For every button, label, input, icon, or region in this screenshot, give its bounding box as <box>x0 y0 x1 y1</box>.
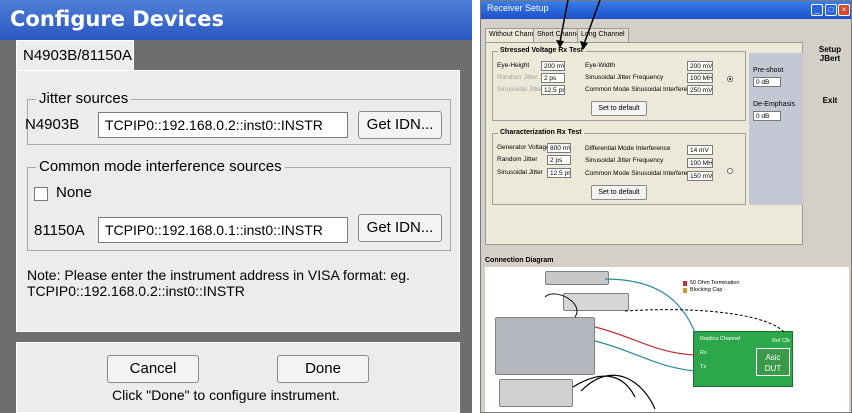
close-icon[interactable]: × <box>838 4 850 16</box>
eye-width-input[interactable]: 200 mV <box>687 61 713 71</box>
set-default-button[interactable]: Set to default <box>591 185 647 200</box>
window-title: Configure Devices <box>10 7 224 31</box>
connection-diagram: 50 Ohm Termination Blocking Cap Replica … <box>485 267 849 412</box>
hint-text: Click "Done" to configure instrument. <box>112 387 340 403</box>
eye-height-label: Eye-Height <box>497 62 530 69</box>
diff-mode-input[interactable]: 14 mV <box>687 145 713 155</box>
tab-panel: Jitter sources N4903B TCPIP0::192.168.0.… <box>16 70 460 332</box>
cm-address-input[interactable]: TCPIP0::192.168.0.1::inst0::INSTR <box>98 217 348 243</box>
cancel-button[interactable]: Cancel <box>107 355 199 383</box>
group-label: Jitter sources <box>36 90 132 107</box>
jitter-device-label: N4903B <box>25 116 80 133</box>
random-jitter-input[interactable]: 2 ps <box>541 73 565 83</box>
jitter-sources-group: Jitter sources N4903B TCPIP0::192.168.0.… <box>25 90 451 145</box>
sinusoidal-jitter-label: Sinusoidal Jitter <box>497 169 543 176</box>
group-label: Characterization Rx Test <box>498 129 584 136</box>
none-label: None <box>56 184 92 201</box>
deemphasis-input[interactable]: 0 dB <box>753 111 781 121</box>
configure-devices-window: Configure Devices N4903B/81150A Jitter s… <box>0 0 472 413</box>
characterization-radio[interactable] <box>727 168 733 174</box>
tab-long-channel[interactable]: Long Channel <box>577 28 629 42</box>
random-jitter-label: Random Jitter <box>497 156 538 163</box>
sj-frequency-label: Sinusoidal Jitter Frequency <box>585 157 664 164</box>
none-checkbox[interactable] <box>34 187 48 201</box>
sinusoidal-jitter-label: Sinusoidal Jitter <box>497 86 543 93</box>
cm-interference-group: Common mode interference sources None 81… <box>27 158 451 251</box>
title-bar: Configure Devices <box>0 0 472 40</box>
stressed-radio[interactable] <box>727 76 733 82</box>
bottom-panel: Cancel Done Click "Done" to configure in… <box>16 342 460 413</box>
random-jitter-label: Random Jitter <box>497 74 538 81</box>
stressed-voltage-group: Stressed Voltage Rx Test Eye-Height 200 … <box>492 47 746 121</box>
group-label: Common mode interference sources <box>36 158 285 175</box>
exit-button[interactable]: Exit <box>811 96 849 105</box>
sj-frequency-label: Sinusoidal Jitter Frequency <box>585 74 664 81</box>
minimize-icon[interactable]: _ <box>811 4 823 16</box>
eye-width-label: Eye-Width <box>585 62 615 69</box>
group-label: Stressed Voltage Rx Test <box>498 47 585 54</box>
jitter-address-input[interactable]: TCPIP0::192.168.0.2::inst0::INSTR <box>98 112 348 138</box>
tab-n4903b-81150a[interactable]: N4903B/81150A <box>16 40 134 70</box>
sj-frequency-input[interactable]: 100 MHz <box>687 73 713 83</box>
sinusoidal-jitter-input[interactable]: 12.5 ps <box>541 85 565 95</box>
cable-lines <box>544 278 786 410</box>
sj-frequency-input[interactable]: 100 MHz <box>687 158 713 168</box>
cm-device-label: 81150A <box>34 222 85 239</box>
cm-sinusoidal-input[interactable]: 250 mV <box>687 85 713 95</box>
preshoot-label: Pre-shoot <box>753 67 784 74</box>
cm-sinusoidal-label: Common Mode Sinusoidal Interference <box>585 170 698 177</box>
emphasis-panel: Pre-shoot 0 dB De-Emphasis 0 dB <box>749 53 803 205</box>
done-button[interactable]: Done <box>277 355 369 383</box>
note-text: Note: Please enter the instrument addres… <box>27 267 410 299</box>
connection-diagram-title: Connection Diagram <box>485 257 554 264</box>
cm-sinusoidal-input[interactable]: 150 mV <box>687 171 713 181</box>
generator-voltage-label: Generator Voltage <box>497 144 550 151</box>
set-default-button[interactable]: Set to default <box>591 101 647 116</box>
preshoot-input[interactable]: 0 dB <box>753 77 781 87</box>
setup-jbert-button[interactable]: Setup JBert <box>811 45 849 63</box>
maximize-icon[interactable]: □ <box>825 4 837 16</box>
get-idn-button[interactable]: Get IDN... <box>358 214 442 242</box>
get-idn-button[interactable]: Get IDN... <box>358 111 442 139</box>
deemphasis-label: De-Emphasis <box>753 101 796 108</box>
generator-voltage-input[interactable]: 800 mV <box>547 143 571 153</box>
diff-mode-label: Differential Mode Interference <box>585 145 671 152</box>
cm-sinusoidal-label: Common Mode Sinusoidal Interference <box>585 86 698 93</box>
sinusoidal-jitter-input[interactable]: 12.5 ps <box>547 168 571 178</box>
eye-height-input[interactable]: 200 mV <box>541 61 565 71</box>
receiver-setup-window: Receiver Setup _ □ × Without Channel Sho… <box>480 0 852 413</box>
characterization-group: Characterization Rx Test Generator Volta… <box>492 129 746 205</box>
random-jitter-input[interactable]: 2 ps <box>547 155 571 165</box>
title-bar: Receiver Setup _ □ × <box>481 1 851 19</box>
window-title: Receiver Setup <box>487 3 549 13</box>
